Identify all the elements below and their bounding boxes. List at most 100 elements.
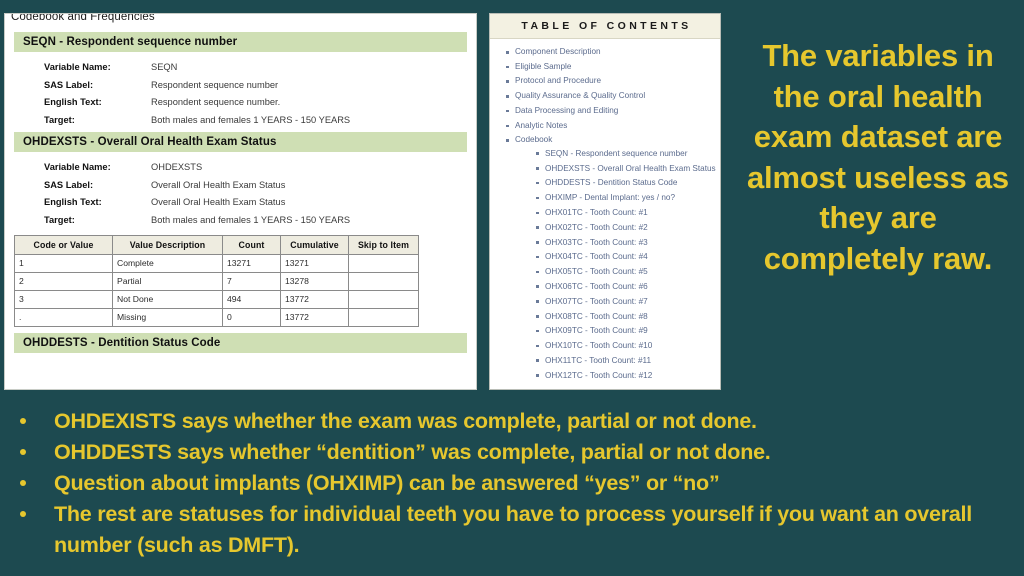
toc-subitem[interactable]: OHX05TC - Tooth Count: #5 <box>536 266 720 278</box>
toc-item-label[interactable]: Component Description <box>515 45 720 60</box>
table-column-header: Count <box>222 234 281 255</box>
codebook-page-title: Codebook and Frequencies <box>5 14 476 26</box>
frequency-table: Code or Value Value Description Count Cumul… <box>14 234 419 327</box>
table-cell: 3 <box>14 289 113 309</box>
table-cell: 13278 <box>280 271 349 291</box>
table-row: 1 Complete 13271 13271 <box>14 253 419 273</box>
variable-section-header: SEQN - Respondent sequence number <box>14 32 467 52</box>
table-row: 2 Partial 7 13278 <box>14 271 419 291</box>
table-cell <box>348 307 419 327</box>
slide-bullet: OHDDESTS says whether “dentition” was co… <box>0 437 1024 468</box>
variable-block: OHDEXSTS - Overall Oral Health Exam Stat… <box>5 132 476 226</box>
variable-field-row: English Text: Overall Oral Health Exam St… <box>44 197 467 208</box>
toc-subitem[interactable]: OHDEXSTS - Overall Oral Health Exam Stat… <box>536 163 720 175</box>
variable-block: SEQN - Respondent sequence number Variabl… <box>5 32 476 126</box>
toc-subitem[interactable]: OHX01TC - Tooth Count: #1 <box>536 207 720 219</box>
toc-item-label[interactable]: Analytic Notes <box>515 119 720 134</box>
table-cell: Not Done <box>112 289 223 309</box>
table-of-contents-panel: TABLE OF CONTENTS Component Description E… <box>489 13 721 390</box>
toc-item[interactable]: Component Description <box>506 45 720 60</box>
variable-block: OHDDESTS - Dentition Status Code <box>5 332 476 353</box>
toc-item[interactable]: Quality Assurance & Quality Control <box>506 89 720 104</box>
table-column-header: Skip to Item <box>348 234 419 255</box>
variable-field-label: Variable Name: <box>44 162 111 172</box>
codebook-panel: Codebook and Frequencies SEQN - Responde… <box>4 13 477 390</box>
table-cell: 13772 <box>280 307 349 327</box>
table-column-header: Code or Value <box>14 234 113 255</box>
variable-section-header: OHDDESTS - Dentition Status Code <box>14 332 467 353</box>
table-cell <box>348 289 419 309</box>
variable-field-value: SEQN <box>151 62 178 72</box>
table-cell: 0 <box>222 307 281 327</box>
table-cell: 494 <box>222 289 281 309</box>
variable-field-row: Variable Name: OHDEXSTS <box>44 162 467 173</box>
toc-subitem[interactable]: OHX04TC - Tooth Count: #4 <box>536 251 720 263</box>
toc-subitem[interactable]: OHX08TC - Tooth Count: #8 <box>536 311 720 323</box>
toc-subitem[interactable]: OHX11TC - Tooth Count: #11 <box>536 355 720 367</box>
table-row: . Missing 0 13772 <box>14 307 419 327</box>
slide-bullet: Question about implants (OHXIMP) can be … <box>0 468 1024 499</box>
toc-item[interactable]: Eligible Sample <box>506 60 720 75</box>
variable-field-row: SAS Label: Overall Oral Health Exam Statu… <box>44 180 467 191</box>
slide-bullet: OHDEXISTS says whether the exam was comp… <box>0 406 1024 437</box>
table-cell: 13271 <box>222 253 281 273</box>
slide-headline: The variables in the oral health exam da… <box>747 38 1009 276</box>
variable-field-row: Variable Name: SEQN <box>44 62 467 73</box>
toc-item[interactable]: Analytic Notes <box>506 119 720 134</box>
variable-field-value: Both males and females 1 YEARS - 150 YEA… <box>151 114 351 125</box>
toc-subitem[interactable]: OHX10TC - Tooth Count: #10 <box>536 340 720 352</box>
variable-field-row: SAS Label: Respondent sequence number <box>44 80 467 91</box>
variable-field-value: Overall Oral Health Exam Status <box>151 179 286 190</box>
toc-item-label[interactable]: Quality Assurance & Quality Control <box>515 89 720 104</box>
toc-sublist: SEQN - Respondent sequence number OHDEXST… <box>515 148 720 381</box>
variable-field-label: English Text: <box>44 97 102 107</box>
table-cell: Missing <box>112 307 223 327</box>
toc-item-label[interactable]: Eligible Sample <box>515 60 720 75</box>
embedded-screenshot: Codebook and Frequencies SEQN - Responde… <box>0 0 730 396</box>
toc-item-label[interactable]: Data Processing and Editing <box>515 104 720 119</box>
toc-subitem[interactable]: OHX12TC - Tooth Count: #12 <box>536 370 720 382</box>
table-header-row: Code or Value Value Description Count Cumul… <box>14 234 419 255</box>
variable-field-value: OHDEXSTS <box>151 162 203 172</box>
toc-item[interactable]: Data Processing and Editing <box>506 104 720 119</box>
variable-field-label: Variable Name: <box>44 62 111 72</box>
slide-bullet-list: OHDEXISTS says whether the exam was comp… <box>0 406 1024 561</box>
table-cell <box>348 271 419 291</box>
variable-field-list: Variable Name: SEQN SAS Label: Respondent s… <box>14 62 467 126</box>
toc-subitem[interactable]: OHX09TC - Tooth Count: #9 <box>536 325 720 337</box>
variable-field-label: SAS Label: <box>44 179 94 190</box>
variable-field-value: Overall Oral Health Exam Status <box>151 197 286 207</box>
variable-field-label: English Text: <box>44 197 102 207</box>
toc-item[interactable]: Codebook SEQN - Respondent sequence numbe… <box>506 133 720 381</box>
toc-subitem[interactable]: OHX02TC - Tooth Count: #2 <box>536 222 720 234</box>
variable-field-value: Both males and females 1 YEARS - 150 YEA… <box>151 214 351 225</box>
table-cell: 2 <box>14 271 113 291</box>
table-cell: 13271 <box>280 253 349 273</box>
toc-subitem[interactable]: OHX03TC - Tooth Count: #3 <box>536 237 720 249</box>
variable-field-label: Target: <box>44 114 75 125</box>
toc-subitem[interactable]: OHX06TC - Tooth Count: #6 <box>536 281 720 293</box>
table-cell: . <box>14 307 113 327</box>
variable-field-label: SAS Label: <box>44 79 94 90</box>
toc-item-label[interactable]: Codebook <box>515 133 720 148</box>
table-column-header: Cumulative <box>280 234 349 255</box>
variable-field-row: English Text: Respondent sequence number. <box>44 97 467 108</box>
toc-subitem[interactable]: OHDDESTS - Dentition Status Code <box>536 177 720 189</box>
table-column-header: Value Description <box>112 234 223 255</box>
variable-field-value: Respondent sequence number. <box>151 97 281 107</box>
toc-item[interactable]: Protocol and Procedure <box>506 74 720 89</box>
table-cell: 7 <box>222 271 281 291</box>
variable-field-row: Target: Both males and females 1 YEARS - … <box>44 115 467 126</box>
variable-field-label: Target: <box>44 214 75 225</box>
table-cell: Partial <box>112 271 223 291</box>
variable-field-list: Variable Name: OHDEXSTS SAS Label: Overall … <box>14 162 467 226</box>
table-cell <box>348 253 419 273</box>
slide-bullet: The rest are statuses for individual tee… <box>0 499 1024 560</box>
table-of-contents-body: Component Description Eligible Sample Prot… <box>490 39 720 381</box>
toc-item-label[interactable]: Protocol and Procedure <box>515 74 720 89</box>
toc-subitem[interactable]: OHX07TC - Tooth Count: #7 <box>536 296 720 308</box>
table-of-contents-heading: TABLE OF CONTENTS <box>490 14 720 39</box>
toc-subitem[interactable]: SEQN - Respondent sequence number <box>536 148 720 160</box>
toc-subitem[interactable]: OHXIMP - Dental Implant: yes / no? <box>536 192 720 204</box>
table-cell: 13772 <box>280 289 349 309</box>
